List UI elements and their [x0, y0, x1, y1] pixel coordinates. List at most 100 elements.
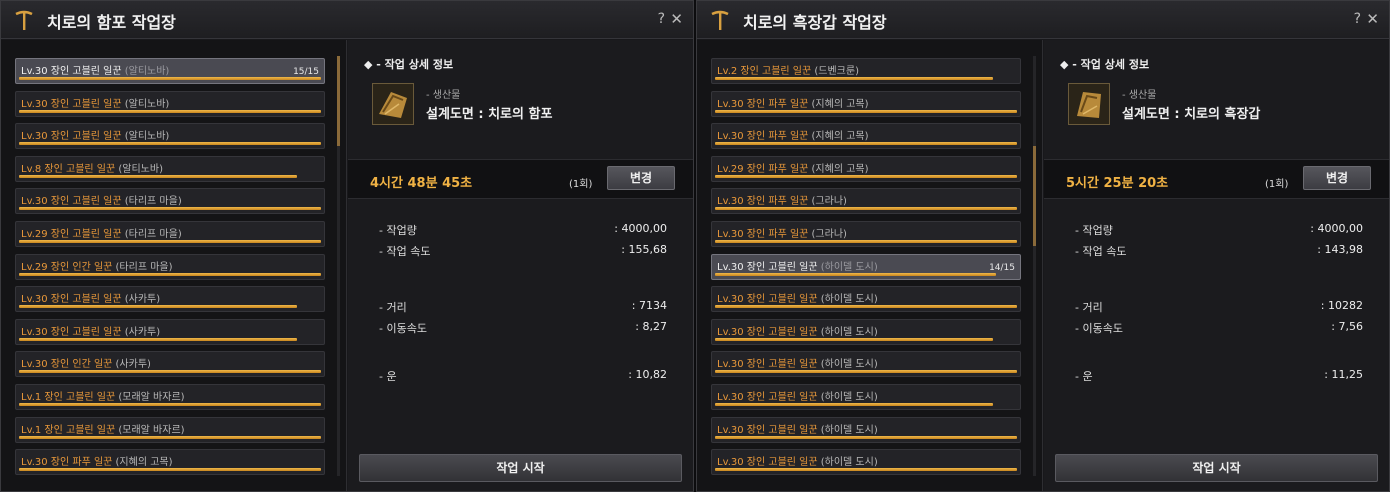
stat-label-work-speed: - 작업 속도 — [1075, 245, 1127, 258]
stamina-bar — [715, 240, 1017, 243]
stamina-bar — [715, 305, 1017, 309]
section-title: ◆ - 작업 상세 정보 — [1060, 58, 1150, 71]
help-icon[interactable]: ? — [1354, 11, 1361, 27]
worker-location: (타리프 마을) — [124, 196, 182, 208]
stat-value-work-speed: : 155,68 — [621, 243, 667, 256]
worker-label: Lv.30 장인 파푸 일꾼 (그라나) — [717, 225, 847, 240]
worker-name: Lv.30 장인 파푸 일꾼 — [717, 98, 812, 110]
worker-row[interactable]: Lv.29 장인 고블린 일꾼 (타리프 마을) — [15, 221, 325, 247]
worker-row[interactable]: Lv.30 장인 파푸 일꾼 (지혜의 고목) — [711, 90, 1021, 117]
stamina-bar — [19, 109, 321, 113]
worker-row[interactable]: Lv.30 장인 파푸 일꾼 (지혜의 고목) — [711, 123, 1021, 150]
worker-location: (사카투) — [115, 359, 151, 371]
worker-name: Lv.30 장인 고블린 일꾼 — [21, 326, 125, 338]
worker-row[interactable]: Lv.30 장인 고블린 일꾼 (알티노바) — [15, 90, 325, 117]
worker-location: (그라나) — [811, 196, 847, 208]
stat-value-move-speed: : 7,56 — [1331, 320, 1363, 333]
start-work-button[interactable]: 작업 시작 — [359, 454, 682, 482]
worker-location: (알티노바) — [124, 98, 170, 110]
close-icon[interactable]: ✕ — [670, 10, 683, 28]
worker-count: 14/15 — [989, 262, 1015, 273]
stamina-bar — [715, 174, 1017, 178]
worker-list[interactable]: Lv.30 장인 고블린 일꾼 (알티노바) 15/15 Lv.30 장인 고블린 … — [1, 40, 347, 491]
worker-label: Lv.30 장인 고블린 일꾼 (타리프 마을) — [21, 192, 182, 207]
worker-label: Lv.1 장인 고블린 일꾼 (모래알 바자르) — [21, 388, 185, 403]
worker-label: Lv.30 장인 고블린 일꾼 (하이델 도시) — [717, 290, 878, 305]
worker-row[interactable]: Lv.30 장인 고블린 일꾼 (알티노바) 15/15 — [15, 58, 325, 84]
scrollbar-thumb[interactable] — [337, 56, 340, 146]
product-label: - 생산물 — [426, 90, 461, 101]
work-detail-panel: ◆ - 작업 상세 정보 - 생산물 설계도면 : 치로의 흑장갑 5시간 25… — [1044, 40, 1389, 491]
worker-row[interactable]: Lv.30 장인 고블린 일꾼 (사카투) — [15, 318, 325, 345]
scrollbar[interactable] — [1033, 56, 1036, 476]
worker-row[interactable]: Lv.1 장인 고블린 일꾼 (모래알 바자르) — [15, 384, 325, 410]
worker-location: (사카투) — [124, 294, 161, 306]
worker-row[interactable]: Lv.30 장인 고블린 일꾼 (하이델 도시) — [711, 286, 1021, 313]
close-icon[interactable]: ✕ — [1366, 10, 1379, 28]
worker-label: Lv.30 장인 고블린 일꾼 (사카투) — [21, 323, 160, 338]
worker-row[interactable]: Lv.30 장인 고블린 일꾼 (사카투) — [15, 286, 325, 313]
worker-list[interactable]: Lv.2 장인 고블린 일꾼 (드벤크룬) Lv.30 장인 파푸 일꾼 (지혜의… — [697, 40, 1043, 491]
worker-row[interactable]: Lv.30 장인 고블린 일꾼 (타리프 마을) — [15, 188, 325, 215]
worker-label: Lv.30 장인 고블린 일꾼 (알티노바) — [21, 127, 169, 142]
worker-row[interactable]: Lv.29 장인 파푸 일꾼 (지혜의 고목) — [711, 155, 1021, 182]
stat-label-move-speed: - 이동속도 — [1075, 322, 1123, 335]
worker-location: (드벤크룬) — [814, 66, 859, 77]
change-button[interactable]: 변경 — [1303, 166, 1371, 190]
product-name: 설계도면 : 치로의 흑장갑 — [1122, 107, 1261, 122]
start-work-button[interactable]: 작업 시작 — [1055, 454, 1378, 482]
workshop-window-cannon: 치로의 함포 작업장 ? ✕ Lv.30 장인 고블린 일꾼 (알티노바) 15/… — [0, 0, 694, 492]
worker-location: (하이델 도시) — [820, 261, 878, 273]
stat-value-distance: : 7134 — [631, 299, 667, 312]
worker-label: Lv.30 장인 고블린 일꾼 (하이델 도시) — [717, 388, 878, 403]
worker-row[interactable]: Lv.30 장인 파푸 일꾼 (그라나) — [711, 221, 1021, 247]
time-band: 4시간 48분 45초 (1회) 변경 — [348, 159, 693, 199]
worker-label: Lv.30 장인 고블린 일꾼 (알티노바) — [21, 95, 169, 110]
scrollbar-thumb[interactable] — [1033, 146, 1036, 246]
worker-location: (타리프 마을) — [124, 229, 182, 240]
worker-name: Lv.30 장인 고블린 일꾼 — [21, 131, 125, 143]
window-title: 치로의 흑장갑 작업장 — [743, 13, 887, 32]
worker-name: Lv.30 장인 파푸 일꾼 — [717, 196, 812, 208]
worker-name: Lv.30 장인 고블린 일꾼 — [717, 359, 821, 371]
worker-row[interactable]: Lv.30 장인 고블린 일꾼 (하이델 도시) 14/15 — [711, 253, 1021, 280]
worker-location: (지혜의 고목) — [811, 163, 869, 175]
worker-label: Lv.30 장인 파푸 일꾼 (지혜의 고목) — [21, 453, 173, 468]
worker-row[interactable]: Lv.30 장인 고블린 일꾼 (하이델 도시) — [711, 351, 1021, 378]
worker-name: Lv.30 장인 파푸 일꾼 — [717, 131, 812, 143]
stat-label-work-speed: - 작업 속도 — [379, 245, 431, 258]
worker-row[interactable]: Lv.30 장인 고블린 일꾼 (하이델 도시) — [711, 416, 1021, 443]
help-icon[interactable]: ? — [658, 11, 665, 27]
stamina-bar — [715, 337, 993, 341]
titlebar[interactable]: 치로의 함포 작업장 ? ✕ — [1, 1, 693, 39]
worker-row[interactable]: Lv.30 장인 파푸 일꾼 (지혜의 고목) — [15, 449, 325, 476]
worker-name: Lv.30 장인 인간 일꾼 — [21, 359, 116, 371]
worker-row[interactable]: Lv.29 장인 인간 일꾼 (타리프 마을) — [15, 253, 325, 280]
worker-location: (하이델 도시) — [820, 294, 878, 306]
worker-row[interactable]: Lv.8 장인 고블린 일꾼 (알티노바) — [15, 155, 325, 182]
product-label: - 생산물 — [1122, 90, 1157, 101]
worker-location: (하이델 도시) — [820, 392, 878, 403]
stamina-bar — [715, 403, 993, 406]
worker-row[interactable]: Lv.30 장인 고블린 일꾼 (하이델 도시) — [711, 384, 1021, 410]
worker-row[interactable]: Lv.2 장인 고블린 일꾼 (드벤크룬) — [711, 58, 1021, 84]
worker-name: Lv.29 장인 파푸 일꾼 — [717, 163, 812, 175]
worker-row[interactable]: Lv.30 장인 고블린 일꾼 (알티노바) — [15, 123, 325, 150]
worker-label: Lv.30 장인 파푸 일꾼 (그라나) — [717, 192, 847, 207]
worker-row[interactable]: Lv.30 장인 인간 일꾼 (사카투) — [15, 351, 325, 378]
worker-row[interactable]: Lv.30 장인 고블린 일꾼 (하이델 도시) — [711, 449, 1021, 476]
worker-label: Lv.30 장인 고블린 일꾼 (사카투) — [21, 290, 160, 305]
worker-row[interactable]: Lv.30 장인 고블린 일꾼 (하이델 도시) — [711, 318, 1021, 345]
stamina-bar — [19, 174, 297, 178]
worker-label: Lv.1 장인 고블린 일꾼 (모래알 바자르) — [21, 421, 185, 436]
change-button[interactable]: 변경 — [607, 166, 675, 190]
worker-label: Lv.29 장인 인간 일꾼 (타리프 마을) — [21, 258, 173, 273]
worker-row[interactable]: Lv.30 장인 파푸 일꾼 (그라나) — [711, 188, 1021, 215]
worker-row[interactable]: Lv.1 장인 고블린 일꾼 (모래알 바자르) — [15, 416, 325, 443]
blueprint-icon — [372, 83, 414, 125]
titlebar[interactable]: 치로의 흑장갑 작업장 ? ✕ — [697, 1, 1389, 39]
blueprint-icon — [1068, 83, 1110, 125]
stat-label-workload: - 작업량 — [379, 224, 417, 237]
worker-label: Lv.8 장인 고블린 일꾼 (알티노바) — [21, 160, 163, 175]
scrollbar[interactable] — [337, 56, 340, 476]
